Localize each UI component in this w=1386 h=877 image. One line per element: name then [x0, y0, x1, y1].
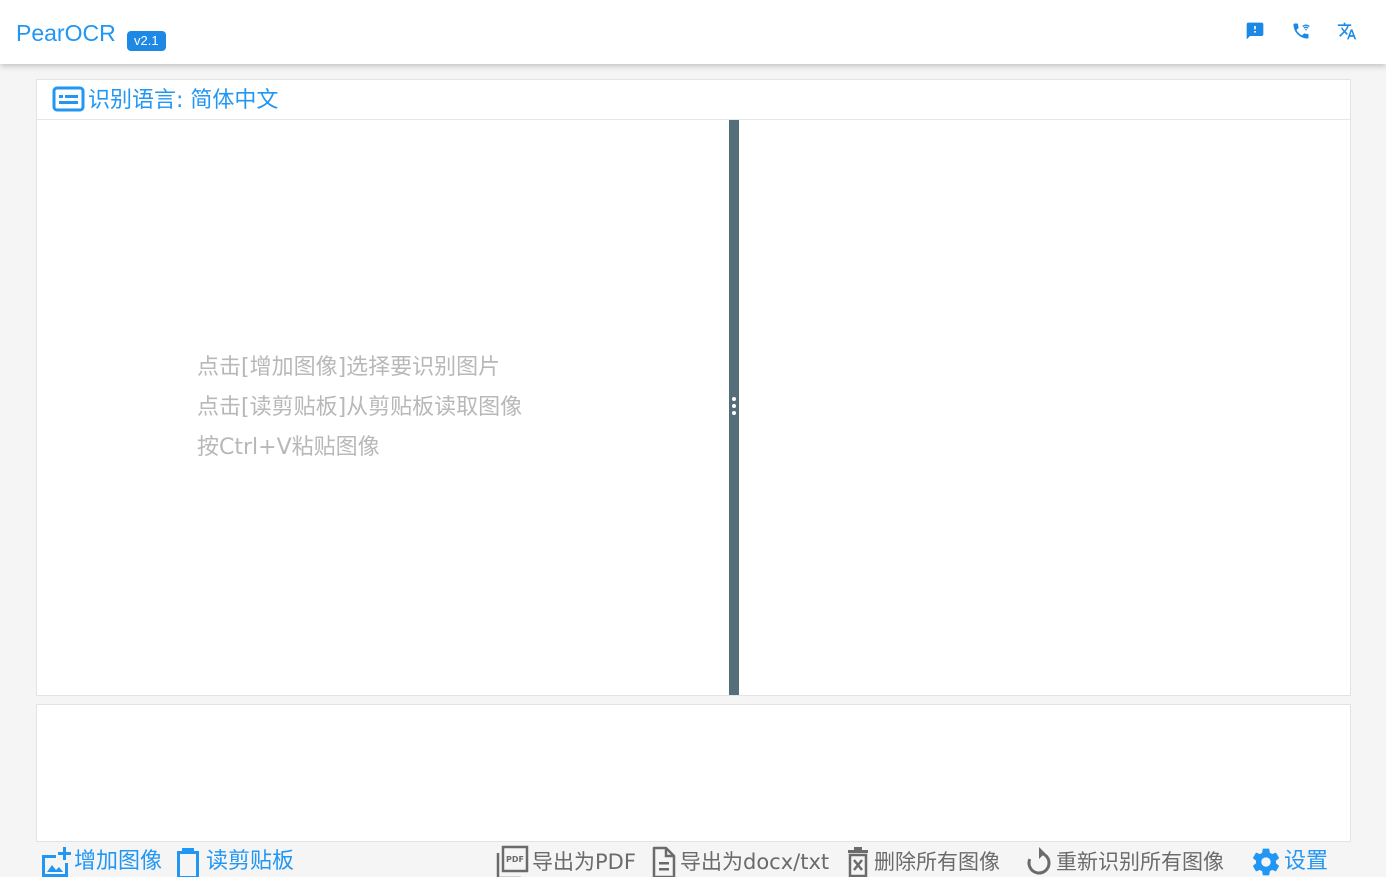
export-pdf-label: 导出为PDF [532, 850, 636, 874]
version-badge: v2.1 [127, 31, 166, 51]
clipboard-icon [177, 848, 199, 877]
translate-icon[interactable] [1337, 21, 1357, 41]
pane-splitter[interactable] [729, 120, 739, 695]
gear-icon [1253, 848, 1279, 876]
recognize-all-label: 重新识别所有图像 [1056, 850, 1224, 874]
settings-label: 设置 [1284, 849, 1329, 874]
pdf-icon: PDF [496, 845, 529, 877]
add-image-button[interactable]: 增加图像 [38, 845, 162, 877]
language-label: 识别语言: 简体中文 [88, 88, 279, 113]
read-clipboard-label: 读剪贴板 [206, 849, 295, 874]
ocr-result-pane[interactable] [739, 120, 1350, 695]
delete-all-label: 删除所有图像 [874, 850, 1000, 874]
recognize-all-button[interactable]: 重新识别所有图像 [1024, 845, 1224, 877]
app-window: PearOCR v2.1 识别语言: 简体中文 点击[增加图像]选择要识别图片 … [0, 0, 1386, 877]
language-selector[interactable]: 识别语言: 简体中文 [37, 80, 1350, 120]
hint-paste: 按Ctrl+V粘贴图像 [197, 435, 380, 460]
export-docx-label: 导出为docx/txt [680, 850, 830, 874]
add-image-label: 增加图像 [74, 849, 163, 874]
subtitles-icon [52, 86, 85, 112]
bottom-toolbar: 增加图像 读剪贴板 PDF 导出为PDF 导出为docx/txt 删除所有图像 … [0, 842, 1386, 877]
delete-icon [848, 847, 868, 877]
contact-phone-icon[interactable] [1291, 21, 1311, 41]
feedback-icon[interactable] [1245, 21, 1265, 41]
export-pdf-button[interactable]: PDF 导出为PDF [496, 845, 636, 877]
svg-text:PDF: PDF [506, 855, 524, 864]
document-icon [652, 846, 676, 877]
settings-button[interactable]: 设置 [1250, 845, 1328, 877]
image-thumbnail-strip[interactable] [36, 704, 1351, 842]
main-card: 识别语言: 简体中文 点击[增加图像]选择要识别图片 点击[读剪贴板]从剪贴板读… [36, 79, 1351, 696]
hint-add-image: 点击[增加图像]选择要识别图片 [197, 355, 501, 380]
read-clipboard-button[interactable]: 读剪贴板 [172, 845, 294, 877]
image-preview-pane[interactable]: 点击[增加图像]选择要识别图片 点击[读剪贴板]从剪贴板读取图像 按Ctrl+V… [37, 120, 729, 695]
delete-all-button[interactable]: 删除所有图像 [844, 845, 1000, 877]
app-title: PearOCR [16, 20, 116, 46]
refresh-icon [1027, 847, 1051, 875]
hint-read-clipboard: 点击[读剪贴板]从剪贴板读取图像 [197, 395, 523, 420]
app-header: PearOCR v2.1 [0, 0, 1386, 64]
drag-handle-icon [732, 397, 736, 417]
add-photo-icon [42, 847, 71, 877]
export-docx-button[interactable]: 导出为docx/txt [650, 845, 829, 877]
